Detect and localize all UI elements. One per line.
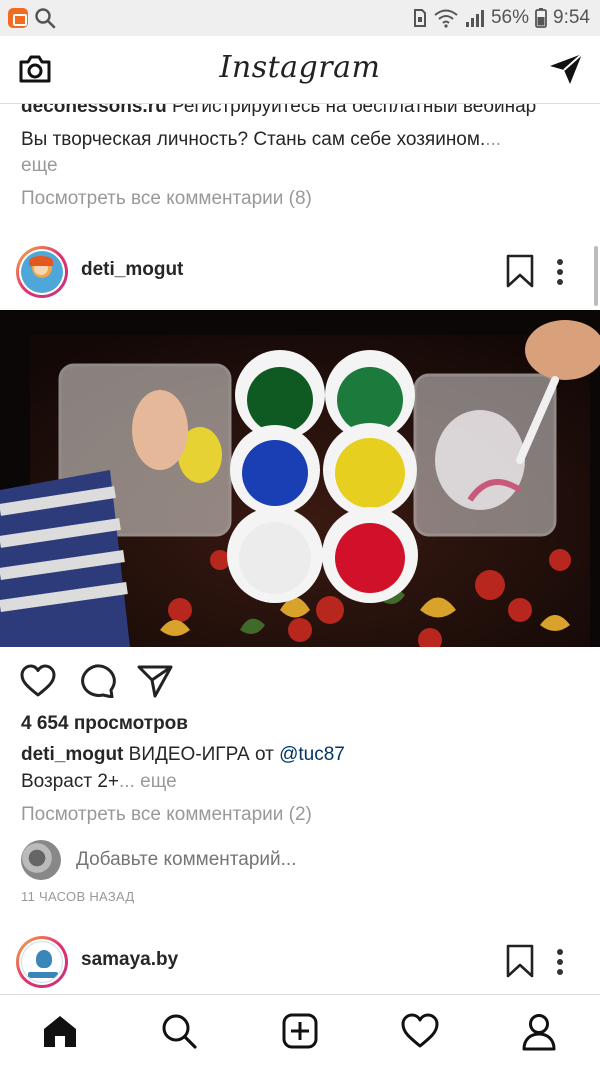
previous-post-cut-text: Регистрируйтесь на бесплатный вебинар <box>172 104 537 117</box>
next-post-header: samaya.by <box>0 932 600 992</box>
profile-icon[interactable] <box>521 1013 557 1056</box>
previous-post-view-comments[interactable]: Посмотреть все комментарии (8) <box>21 188 312 210</box>
home-icon[interactable] <box>42 1013 78 1054</box>
battery-icon <box>535 8 547 28</box>
post-username[interactable]: deti_mogut <box>81 259 183 281</box>
signal-icon <box>465 8 485 28</box>
post-caption: deti_mogut ВИДЕО-ИГРА от @tuc87 <box>21 744 345 765</box>
sim-icon <box>413 8 427 28</box>
view-count[interactable]: 4 654 просмотров <box>21 713 188 735</box>
like-icon[interactable] <box>20 664 56 703</box>
avatar[interactable] <box>16 936 68 988</box>
previous-post-link[interactable]: deconessons.ru <box>21 104 167 117</box>
post-timestamp: 11 ЧАСОВ НАЗАД <box>21 889 135 904</box>
caption-mention[interactable]: @tuc87 <box>279 744 345 765</box>
wifi-icon <box>433 8 459 28</box>
status-bar: 56% 9:54 <box>0 0 600 36</box>
view-all-comments-link[interactable]: Посмотреть все комментарии (2) <box>21 804 312 826</box>
app-notification-icon <box>8 8 28 28</box>
avatar[interactable] <box>16 246 68 298</box>
top-navigation: Instagram <box>0 36 600 104</box>
comment-input[interactable] <box>76 849 476 871</box>
post-header: deti_mogut <box>0 242 600 302</box>
previous-post-caption-text: Вы творческая личность? Стань сам себе х… <box>21 129 502 150</box>
comment-icon[interactable] <box>80 664 116 703</box>
battery-percent: 56% <box>490 7 530 28</box>
caption-username[interactable]: deti_mogut <box>21 744 123 765</box>
add-comment-row <box>0 836 600 886</box>
bookmark-icon[interactable] <box>505 254 535 293</box>
search-icon <box>34 7 56 34</box>
new-post-icon[interactable] <box>282 1013 318 1054</box>
own-avatar <box>21 840 61 880</box>
bookmark-icon[interactable] <box>505 944 535 983</box>
direct-message-icon[interactable] <box>548 52 584 91</box>
search-icon[interactable] <box>161 1013 197 1054</box>
share-icon[interactable] <box>137 664 173 703</box>
caption-more-link[interactable]: ... еще <box>119 771 177 792</box>
more-options-icon[interactable] <box>556 258 564 291</box>
clock: 9:54 <box>553 7 590 28</box>
bottom-navigation <box>0 994 600 1066</box>
post-video[interactable] <box>0 310 600 647</box>
previous-post-cut-line: deconessons.ru Регистрируйтесь на беспла… <box>21 104 536 118</box>
instagram-logo: Instagram <box>219 50 381 85</box>
previous-post-caption: deconessons.ru Регистрируйтесь на беспла… <box>0 104 600 224</box>
post-caption-line2: Возраст 2+... еще <box>21 771 177 792</box>
previous-post-more-link[interactable]: еще <box>21 155 58 177</box>
post-actions <box>0 658 600 706</box>
activity-icon[interactable] <box>401 1013 439 1054</box>
next-post-username[interactable]: samaya.by <box>81 949 178 971</box>
more-options-icon[interactable] <box>556 948 564 981</box>
